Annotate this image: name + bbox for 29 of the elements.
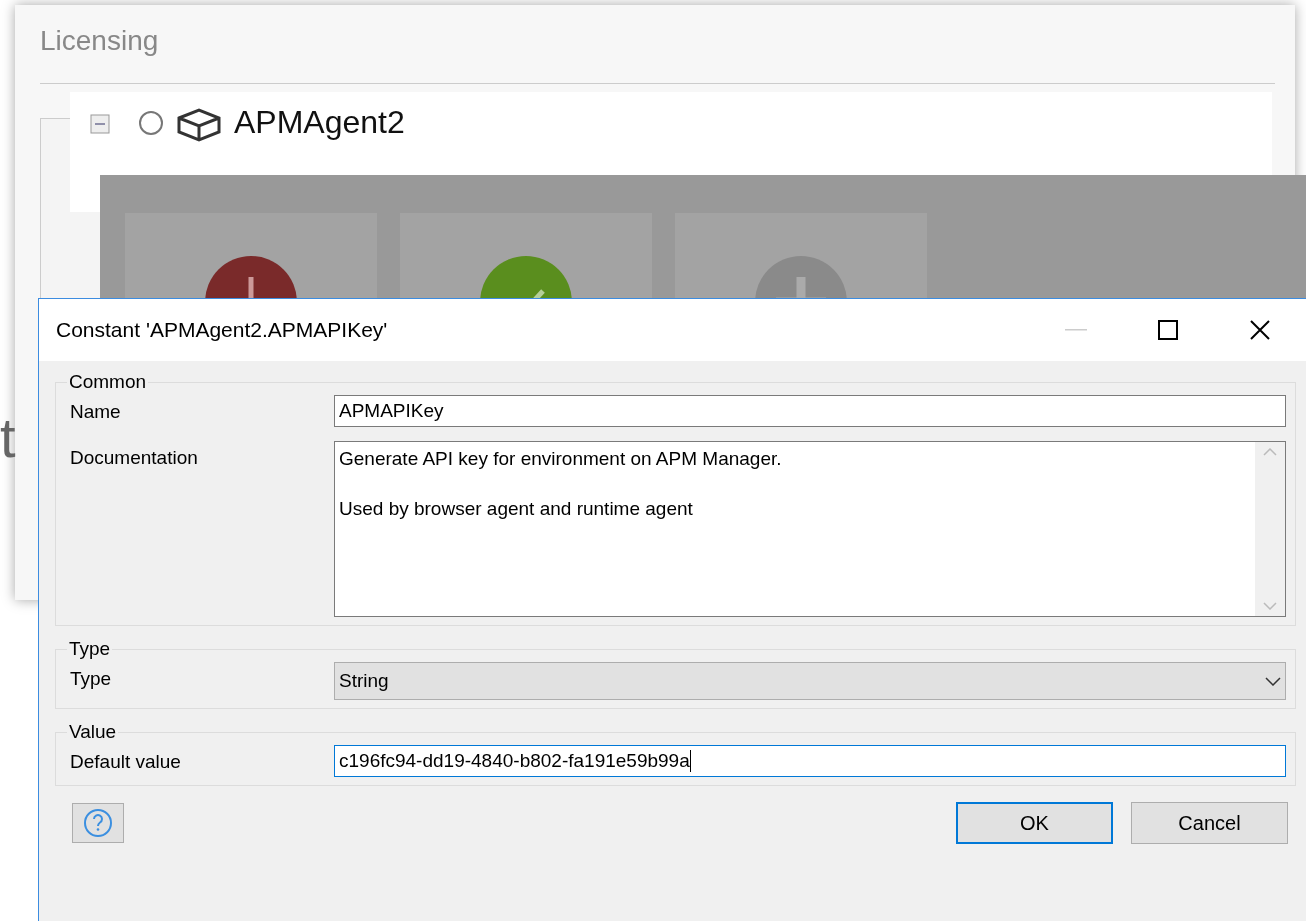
group-title: Type xyxy=(68,638,112,660)
minimize-icon xyxy=(1065,329,1087,331)
field-label: Type xyxy=(70,667,113,690)
dialog-title: Constant 'APMAgent2.APMAPIKey' xyxy=(56,318,389,342)
radio-icon[interactable] xyxy=(138,110,164,136)
box-icon xyxy=(176,106,222,142)
group-title: Value xyxy=(68,721,118,743)
scroll-down-icon[interactable] xyxy=(1263,602,1277,610)
help-icon xyxy=(83,808,113,838)
dialog-button[interactable]: Cancel xyxy=(1131,802,1288,844)
dropdown[interactable]: String xyxy=(334,662,1286,700)
scroll-up-icon[interactable] xyxy=(1263,448,1277,456)
text-area[interactable]: Generate API key for environment on APM Manager. Used by browser agent and runtime agent xyxy=(334,441,1286,617)
close-icon xyxy=(1249,319,1271,341)
scrollbar[interactable] xyxy=(1255,442,1285,616)
window-title: Licensing xyxy=(40,25,159,57)
input-field[interactable]: c196fc94-dd19-4840-b802-fa191e59b99a xyxy=(334,745,1286,777)
collapse-icon[interactable] xyxy=(90,114,110,134)
input-field[interactable]: APMAPIKey xyxy=(334,395,1286,427)
group-title: Common xyxy=(68,371,148,393)
field-label: Name xyxy=(70,400,122,423)
tree-item[interactable]: APMAgent2 xyxy=(234,102,405,142)
maximize-icon xyxy=(1158,320,1178,340)
text-fragment: t xyxy=(0,405,16,470)
help-button[interactable] xyxy=(72,803,124,843)
chevron-down-icon xyxy=(1265,676,1281,686)
field-label: Documentation xyxy=(70,446,199,469)
dialog-button[interactable]: OK xyxy=(956,802,1113,844)
field-label: Default value xyxy=(70,750,182,773)
